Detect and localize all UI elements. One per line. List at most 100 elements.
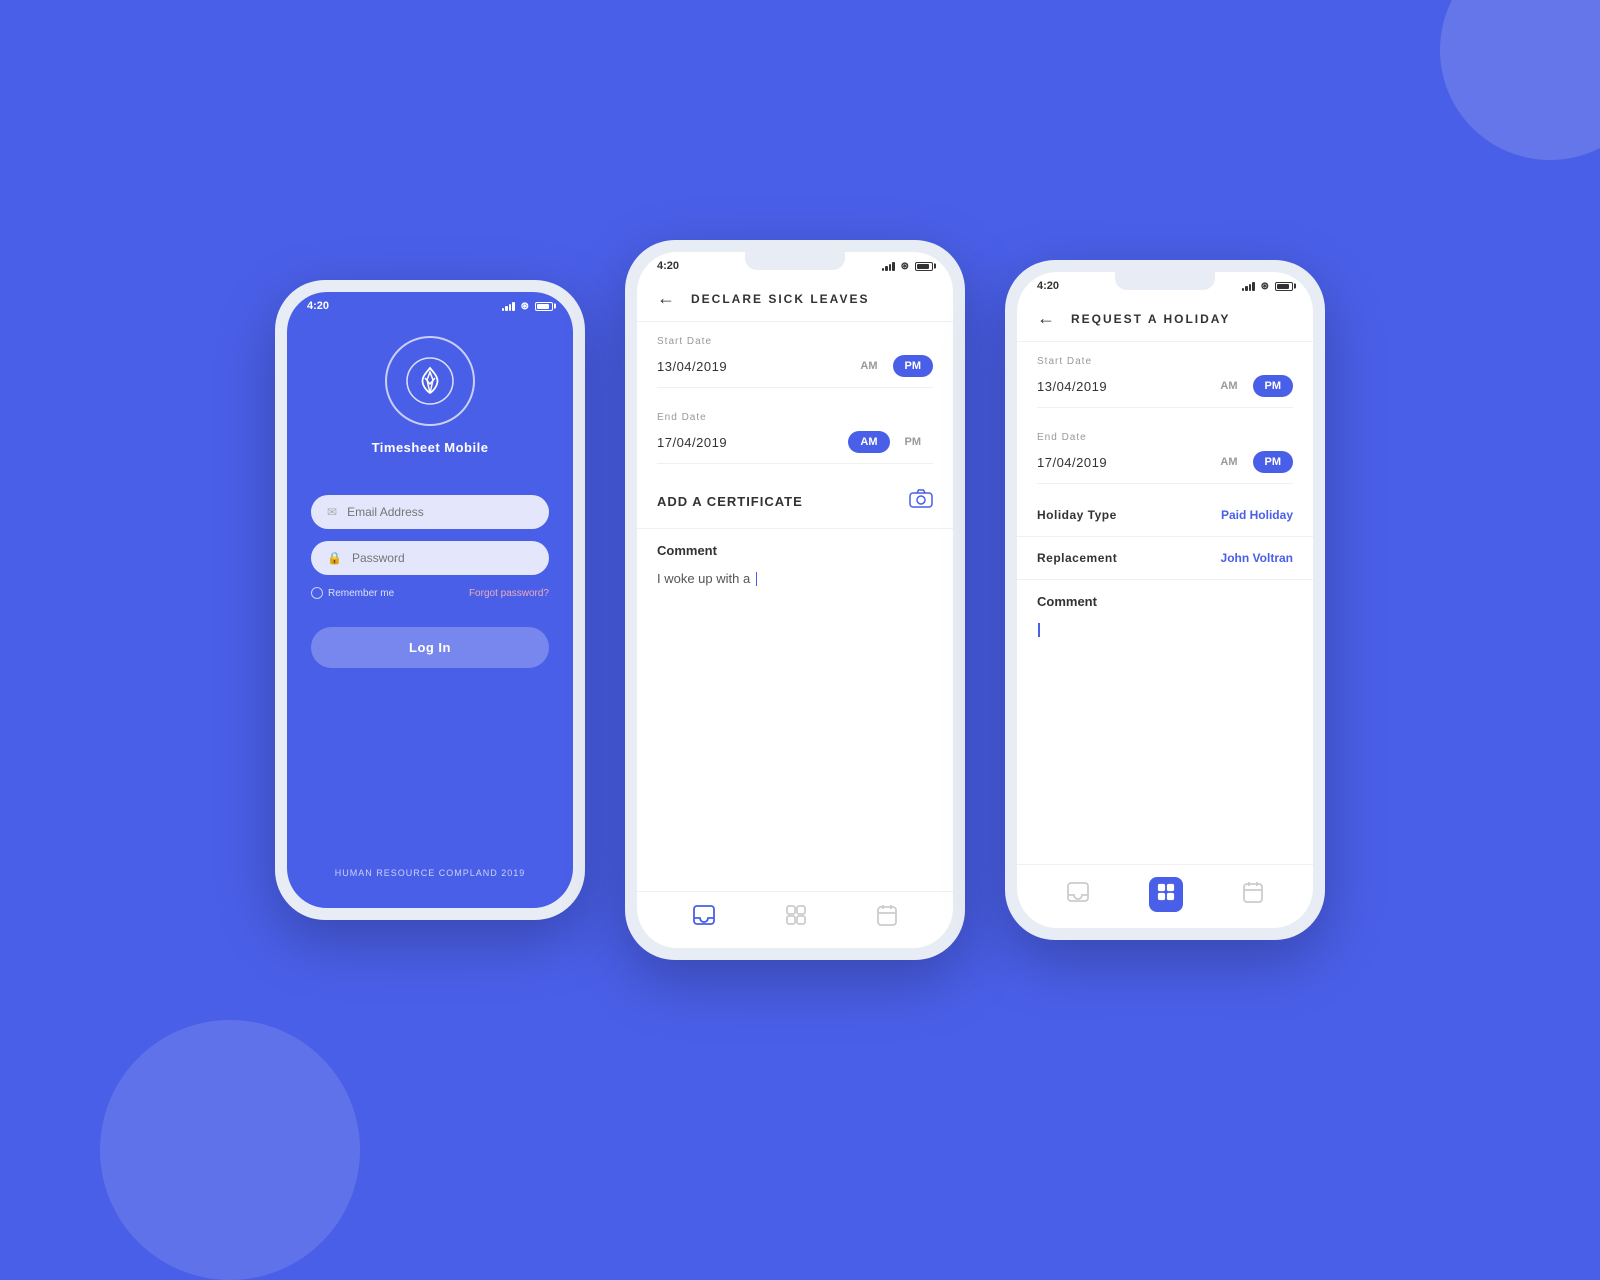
battery-icon-login (535, 302, 553, 311)
app-title: Timesheet Mobile (372, 440, 489, 455)
comment-title-sick: Comment (657, 543, 933, 558)
text-cursor-sick (756, 572, 758, 586)
phone-login: 4:20 ⊛ (275, 280, 585, 920)
notch-sick (745, 252, 845, 270)
camera-icon[interactable] (909, 488, 933, 514)
end-am-button[interactable]: AM (848, 431, 889, 453)
bottom-nav-sick (637, 891, 953, 948)
holiday-type-value[interactable]: Paid Holiday (1221, 508, 1293, 522)
email-field[interactable]: ✉ (311, 495, 549, 529)
holiday-end-date-section: End Date 17/04/2019 AM PM (1017, 418, 1313, 494)
start-date-value: 13/04/2019 (657, 359, 727, 374)
password-input[interactable] (352, 551, 533, 565)
comment-text-sick: I woke up with a (657, 571, 750, 586)
time-holiday: 4:20 (1037, 280, 1059, 292)
holiday-start-date-section: Start Date 13/04/2019 AM PM (1017, 342, 1313, 418)
password-field[interactable]: 🔒 (311, 541, 549, 575)
lock-icon: 🔒 (327, 551, 342, 565)
comment-title-holiday: Comment (1037, 594, 1293, 609)
holiday-end-ampm-toggle[interactable]: AM PM (1208, 451, 1293, 473)
time-sick: 4:20 (657, 260, 679, 272)
start-am-button[interactable]: AM (848, 355, 889, 377)
screen-header-holiday: ← REQUEST A HOLIDAY (1017, 296, 1313, 342)
phone-sick-inner: 4:20 ⊛ ← DECLARE SICK LEAVES (637, 252, 953, 948)
remember-checkbox[interactable] (311, 587, 323, 599)
end-date-section: End Date 17/04/2019 AM PM (637, 398, 953, 474)
wifi-icon-holiday: ⊛ (1261, 281, 1269, 292)
phone-holiday-inner: 4:20 ⊛ ← REQUEST A HOLIDAY (1017, 272, 1313, 928)
replacement-value[interactable]: John Voltran (1221, 551, 1293, 565)
status-icons-sick: ⊛ (882, 261, 933, 272)
replacement-label: Replacement (1037, 551, 1117, 565)
screen-title-holiday: REQUEST A HOLIDAY (1071, 312, 1230, 326)
notch-login (380, 292, 480, 310)
phone-login-inner: 4:20 ⊛ (287, 292, 573, 908)
time-login: 4:20 (307, 300, 329, 312)
end-date-label: End Date (657, 412, 933, 423)
comment-section-sick: Comment I woke up with a (637, 529, 953, 602)
comment-section-holiday: Comment (1017, 580, 1313, 653)
nav-calendar-holiday[interactable] (1243, 881, 1263, 909)
end-pm-button[interactable]: PM (893, 431, 934, 453)
screen-title-sick: DECLARE SICK LEAVES (691, 292, 869, 306)
signal-icon-sick (882, 261, 895, 271)
holiday-start-pm-button[interactable]: PM (1253, 375, 1294, 397)
nav-inbox-holiday[interactable] (1067, 882, 1089, 908)
nav-calendar-sick[interactable] (877, 904, 897, 932)
signal-icon-holiday (1242, 281, 1255, 291)
nav-inbox-sick[interactable] (693, 905, 715, 931)
bottom-nav-holiday (1017, 864, 1313, 928)
certificate-label: ADD A CERTIFICATE (657, 494, 803, 509)
holiday-type-row: Holiday Type Paid Holiday (1017, 494, 1313, 537)
forgot-password-link[interactable]: Forgot password? (469, 588, 549, 599)
back-button-holiday[interactable]: ← (1037, 308, 1055, 329)
holiday-end-date-label: End Date (1037, 432, 1293, 443)
signal-icon-login (502, 301, 515, 311)
holiday-end-date-value: 17/04/2019 (1037, 455, 1107, 470)
start-ampm-toggle[interactable]: AM PM (848, 355, 933, 377)
end-date-value: 17/04/2019 (657, 435, 727, 450)
certificate-section[interactable]: ADD A CERTIFICATE (637, 474, 953, 529)
nav-grid-holiday[interactable] (1149, 877, 1183, 912)
footer-text: HUMAN RESOURCE COMPLAND 2019 (335, 868, 526, 888)
battery-icon-holiday (1275, 282, 1293, 291)
screen-body-holiday: Start Date 13/04/2019 AM PM End Date 17/… (1017, 342, 1313, 864)
back-button-sick[interactable]: ← (657, 288, 675, 309)
holiday-end-am-button[interactable]: AM (1208, 451, 1249, 473)
wifi-icon-sick: ⊛ (901, 261, 909, 272)
text-cursor-holiday (1038, 623, 1040, 637)
holiday-start-ampm-toggle[interactable]: AM PM (1208, 375, 1293, 397)
remember-row: Remember me Forgot password? (311, 587, 549, 599)
phone-holiday: 4:20 ⊛ ← REQUEST A HOLIDAY (1005, 260, 1325, 940)
phones-container: 4:20 ⊛ (275, 240, 1325, 960)
holiday-start-date-label: Start Date (1037, 356, 1293, 367)
bg-decoration-bottom (100, 1020, 360, 1280)
email-input[interactable] (347, 505, 533, 519)
phone-sick: 4:20 ⊛ ← DECLARE SICK LEAVES (625, 240, 965, 960)
screen-body-sick: Start Date 13/04/2019 AM PM End Date 17/… (637, 322, 953, 891)
email-icon: ✉ (327, 505, 337, 519)
end-ampm-toggle[interactable]: AM PM (848, 431, 933, 453)
holiday-start-date-value: 13/04/2019 (1037, 379, 1107, 394)
screen-header-sick: ← DECLARE SICK LEAVES (637, 276, 953, 322)
bg-decoration-top (1440, 0, 1600, 160)
start-date-row: 13/04/2019 AM PM (657, 355, 933, 388)
holiday-start-date-row: 13/04/2019 AM PM (1037, 375, 1293, 408)
comment-input-sick[interactable]: I woke up with a (657, 570, 933, 588)
remember-me-label[interactable]: Remember me (311, 587, 394, 599)
status-icons-login: ⊛ (502, 301, 553, 312)
notch-holiday (1115, 272, 1215, 290)
holiday-start-am-button[interactable]: AM (1208, 375, 1249, 397)
logo-icon (405, 356, 455, 406)
status-icons-holiday: ⊛ (1242, 281, 1293, 292)
replacement-row: Replacement John Voltran (1017, 537, 1313, 580)
holiday-end-pm-button[interactable]: PM (1253, 451, 1294, 473)
login-button[interactable]: Log In (311, 627, 549, 668)
start-date-label: Start Date (657, 336, 933, 347)
nav-grid-sick[interactable] (786, 905, 806, 931)
start-pm-button[interactable]: PM (893, 355, 934, 377)
logo-circle (385, 336, 475, 426)
holiday-end-date-row: 17/04/2019 AM PM (1037, 451, 1293, 484)
comment-input-holiday[interactable] (1037, 621, 1293, 639)
battery-icon-sick (915, 262, 933, 271)
